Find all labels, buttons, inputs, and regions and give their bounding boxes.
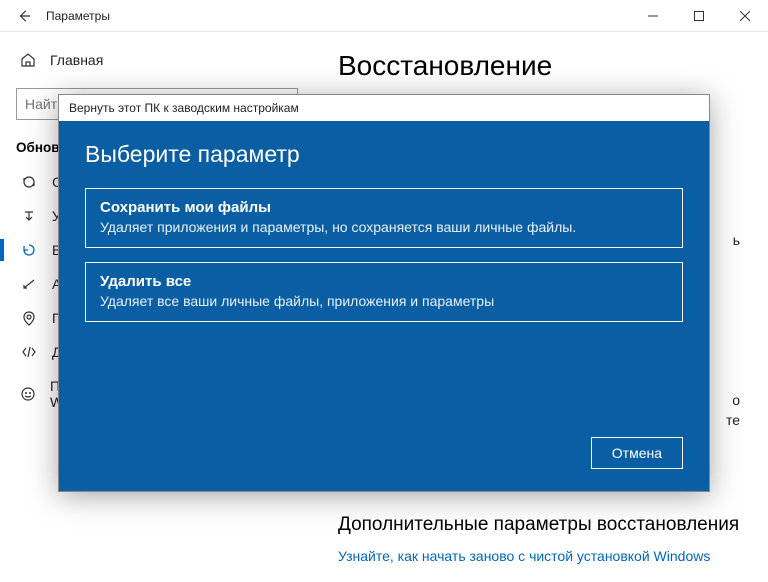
- find-device-icon: [20, 310, 38, 326]
- home-nav[interactable]: Главная: [16, 46, 298, 74]
- window-title: Параметры: [46, 9, 630, 23]
- maximize-icon: [694, 11, 704, 21]
- titlebar: Параметры: [0, 0, 768, 32]
- reset-pc-dialog: Вернуть этот ПК к заводским настройкам В…: [58, 94, 710, 492]
- option-keep-files[interactable]: Сохранить мои файлы Удаляет приложения и…: [85, 188, 683, 248]
- activation-icon: [20, 276, 38, 292]
- minimize-button[interactable]: [630, 0, 676, 32]
- option-remove-all[interactable]: Удалить все Удаляет все ваши личные файл…: [85, 262, 683, 322]
- recovery-icon: [20, 242, 38, 258]
- more-info-link[interactable]: Узнайте, как начать заново с чистой уста…: [338, 548, 710, 564]
- option-desc: Удаляет приложения и параметры, но сохра…: [100, 219, 668, 235]
- sync-icon: [20, 174, 38, 190]
- window-controls: [630, 0, 768, 32]
- insider-icon: [20, 386, 36, 402]
- home-label: Главная: [50, 52, 103, 68]
- developer-icon: [20, 344, 38, 360]
- option-title: Удалить все: [100, 273, 668, 290]
- dialog-body: Выберите параметр Сохранить мои файлы Уд…: [59, 121, 709, 491]
- minimize-icon: [648, 11, 658, 21]
- dialog-footer: Отмена: [591, 437, 683, 469]
- cancel-button[interactable]: Отмена: [591, 437, 683, 469]
- maximize-button[interactable]: [676, 0, 722, 32]
- delivery-icon: [20, 208, 38, 224]
- dialog-heading: Выберите параметр: [85, 141, 683, 168]
- close-button[interactable]: [722, 0, 768, 32]
- back-button[interactable]: [8, 9, 40, 23]
- home-icon: [20, 52, 36, 68]
- close-icon: [740, 11, 750, 21]
- arrow-left-icon: [17, 9, 31, 23]
- dialog-title: Вернуть этот ПК к заводским настройкам: [59, 95, 709, 121]
- option-title: Сохранить мои файлы: [100, 199, 668, 216]
- page-title: Восстановление: [338, 50, 740, 82]
- option-desc: Удаляет все ваши личные файлы, приложени…: [100, 293, 668, 309]
- subheading: Дополнительные параметры восстановления: [338, 514, 740, 536]
